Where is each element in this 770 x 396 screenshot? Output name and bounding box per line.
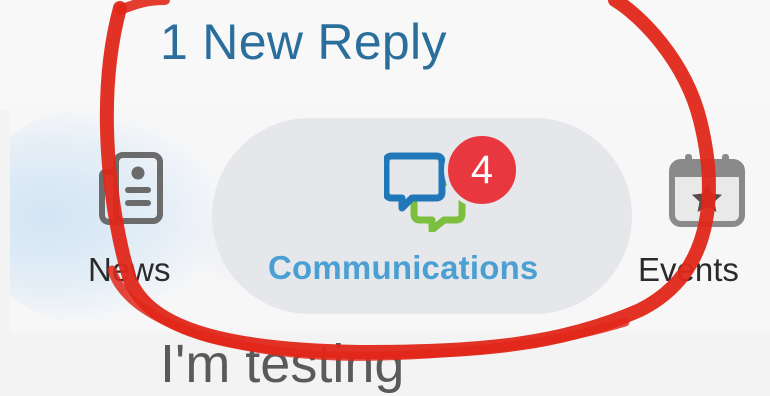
tab-bar: News 4 Communications Events	[10, 100, 770, 332]
message-preview: I'm testing	[160, 334, 405, 394]
notification-count-badge: 4	[444, 132, 520, 208]
tab-events-label: Events	[638, 251, 739, 288]
tab-communications[interactable]: 4 Communications	[212, 118, 632, 314]
new-reply-link[interactable]: 1 New Reply	[160, 12, 447, 72]
tab-events[interactable]: Events	[635, 146, 770, 296]
news-icon	[99, 152, 163, 225]
tab-news-label: News	[88, 251, 171, 288]
calendar-star-icon	[669, 154, 745, 227]
tab-news[interactable]: News	[78, 146, 202, 296]
tab-communications-label: Communications	[268, 249, 539, 286]
